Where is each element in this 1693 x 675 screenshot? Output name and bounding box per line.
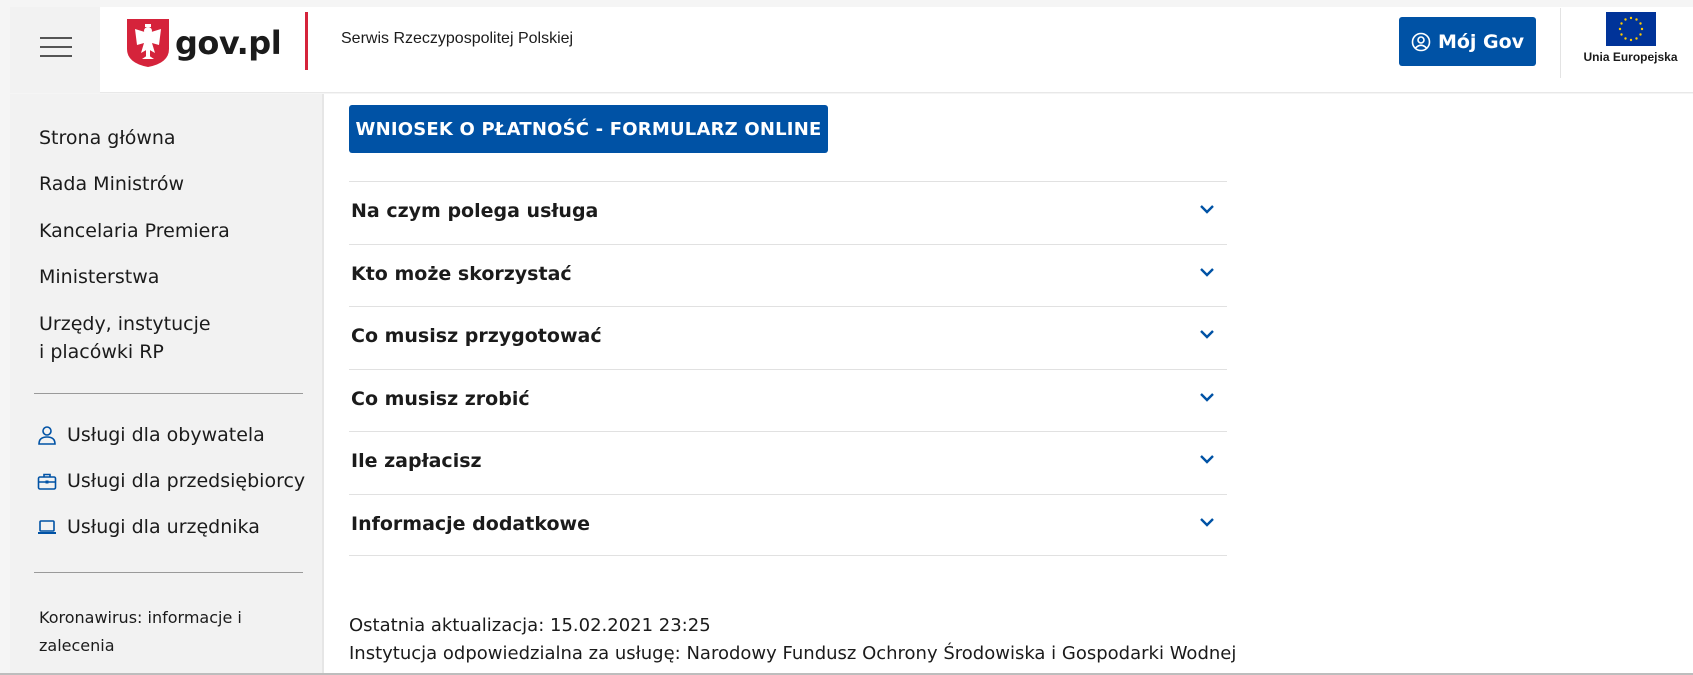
sidebar-item-offices-line1: Urzędy, instytucje <box>39 313 211 335</box>
accordion-label: Ile zapłacisz <box>351 450 482 472</box>
accordion-item[interactable]: Ile zapłacisz <box>349 431 1227 494</box>
sidebar-item-home[interactable]: Strona główna <box>39 124 176 152</box>
eu-separator <box>1560 8 1561 78</box>
moj-gov-label: Mój Gov <box>1437 30 1525 53</box>
sidebar-item-chancellery[interactable]: Kancelaria Premiera <box>39 217 230 245</box>
accordion-label: Co musisz zrobić <box>351 387 530 410</box>
polish-eagle-icon <box>127 19 169 67</box>
chevron-down-icon <box>1200 205 1214 214</box>
sidebar-item-citizen-services[interactable]: Usługi dla obywatela <box>37 424 265 446</box>
eu-flag-icon <box>1605 12 1656 46</box>
menu-toggle-area <box>10 7 100 93</box>
official-services-label: Usługi dla urzędnika <box>67 516 260 538</box>
chevron-down-icon <box>1200 267 1214 277</box>
chevron-down-icon <box>1200 455 1214 464</box>
service-name: Serwis Rzeczypospolitej Polskiej <box>341 30 574 47</box>
hamburger-menu-icon[interactable] <box>40 37 72 59</box>
sidebar-item-council-of-ministers[interactable]: Rada Ministrów <box>39 170 184 198</box>
sidebar-item-ministries[interactable]: Ministerstwa <box>39 263 159 291</box>
chevron-down-icon <box>1200 392 1214 402</box>
logo-text: gov.pl <box>175 24 282 62</box>
citizen-services-label: Usługi dla obywatela <box>67 424 265 446</box>
sidebar-item-business-services[interactable]: Usługi dla przedsiębiorcy <box>37 470 305 492</box>
accordion-item[interactable]: Informacje dodatkowe <box>349 493 1227 556</box>
eu-label: Unia Europejska <box>1583 50 1678 64</box>
sidebar-item-official-services[interactable]: Usługi dla urzędnika <box>37 516 260 538</box>
sidebar-divider <box>34 572 303 573</box>
accordion-item[interactable]: Na czym polega usługa <box>349 181 1227 244</box>
responsible-institution-text: Instytucja odpowiedzialna za usługę: Nar… <box>349 643 1237 664</box>
coronavirus-line1: Koronawirus: informacje i <box>39 608 242 627</box>
accordion-item[interactable]: Co musisz zrobić <box>349 368 1227 432</box>
sidebar-item-coronavirus[interactable]: Koronawirus: informacje i zalecenia <box>39 604 269 660</box>
payment-form-button[interactable]: WNIOSEK O PŁATNOŚĆ - FORMULARZ ONLINE <box>349 105 828 153</box>
laptop-icon <box>38 520 56 534</box>
logo-divider <box>305 12 308 70</box>
accordion-item[interactable]: Co musisz przygotować <box>349 306 1227 369</box>
moj-gov-button[interactable]: Mój Gov <box>1399 17 1536 66</box>
chevron-down-icon <box>1200 517 1214 527</box>
user-circle-icon <box>1411 32 1431 51</box>
last-update-text: Ostatnia aktualizacja: 15.02.2021 23:25 <box>349 615 711 636</box>
business-services-label: Usługi dla przedsiębiorcy <box>67 470 306 492</box>
sidebar-item-offices-line2: i placówki RP <box>39 341 164 363</box>
person-icon <box>38 426 56 445</box>
service-accordion: Na czym polega usługa Kto może skorzysta… <box>349 181 1227 556</box>
chevron-down-icon <box>1200 330 1214 339</box>
sidebar-item-offices[interactable]: Urzędy, instytucje i placówki RP <box>39 310 211 366</box>
gov-logo[interactable]: gov.pl <box>127 13 282 73</box>
briefcase-icon <box>37 473 57 490</box>
accordion-label: Kto może skorzystać <box>351 262 572 285</box>
accordion-label: Co musisz przygotować <box>351 325 602 347</box>
accordion-item[interactable]: Kto może skorzystać <box>349 243 1227 307</box>
accordion-label: Informacje dodatkowe <box>351 512 590 535</box>
coronavirus-line2: zalecenia <box>39 636 115 655</box>
top-strip <box>0 0 1693 7</box>
sidebar-divider <box>34 393 303 394</box>
eu-badge: Unia Europejska <box>1578 12 1683 64</box>
accordion-label: Na czym polega usługa <box>351 200 599 222</box>
